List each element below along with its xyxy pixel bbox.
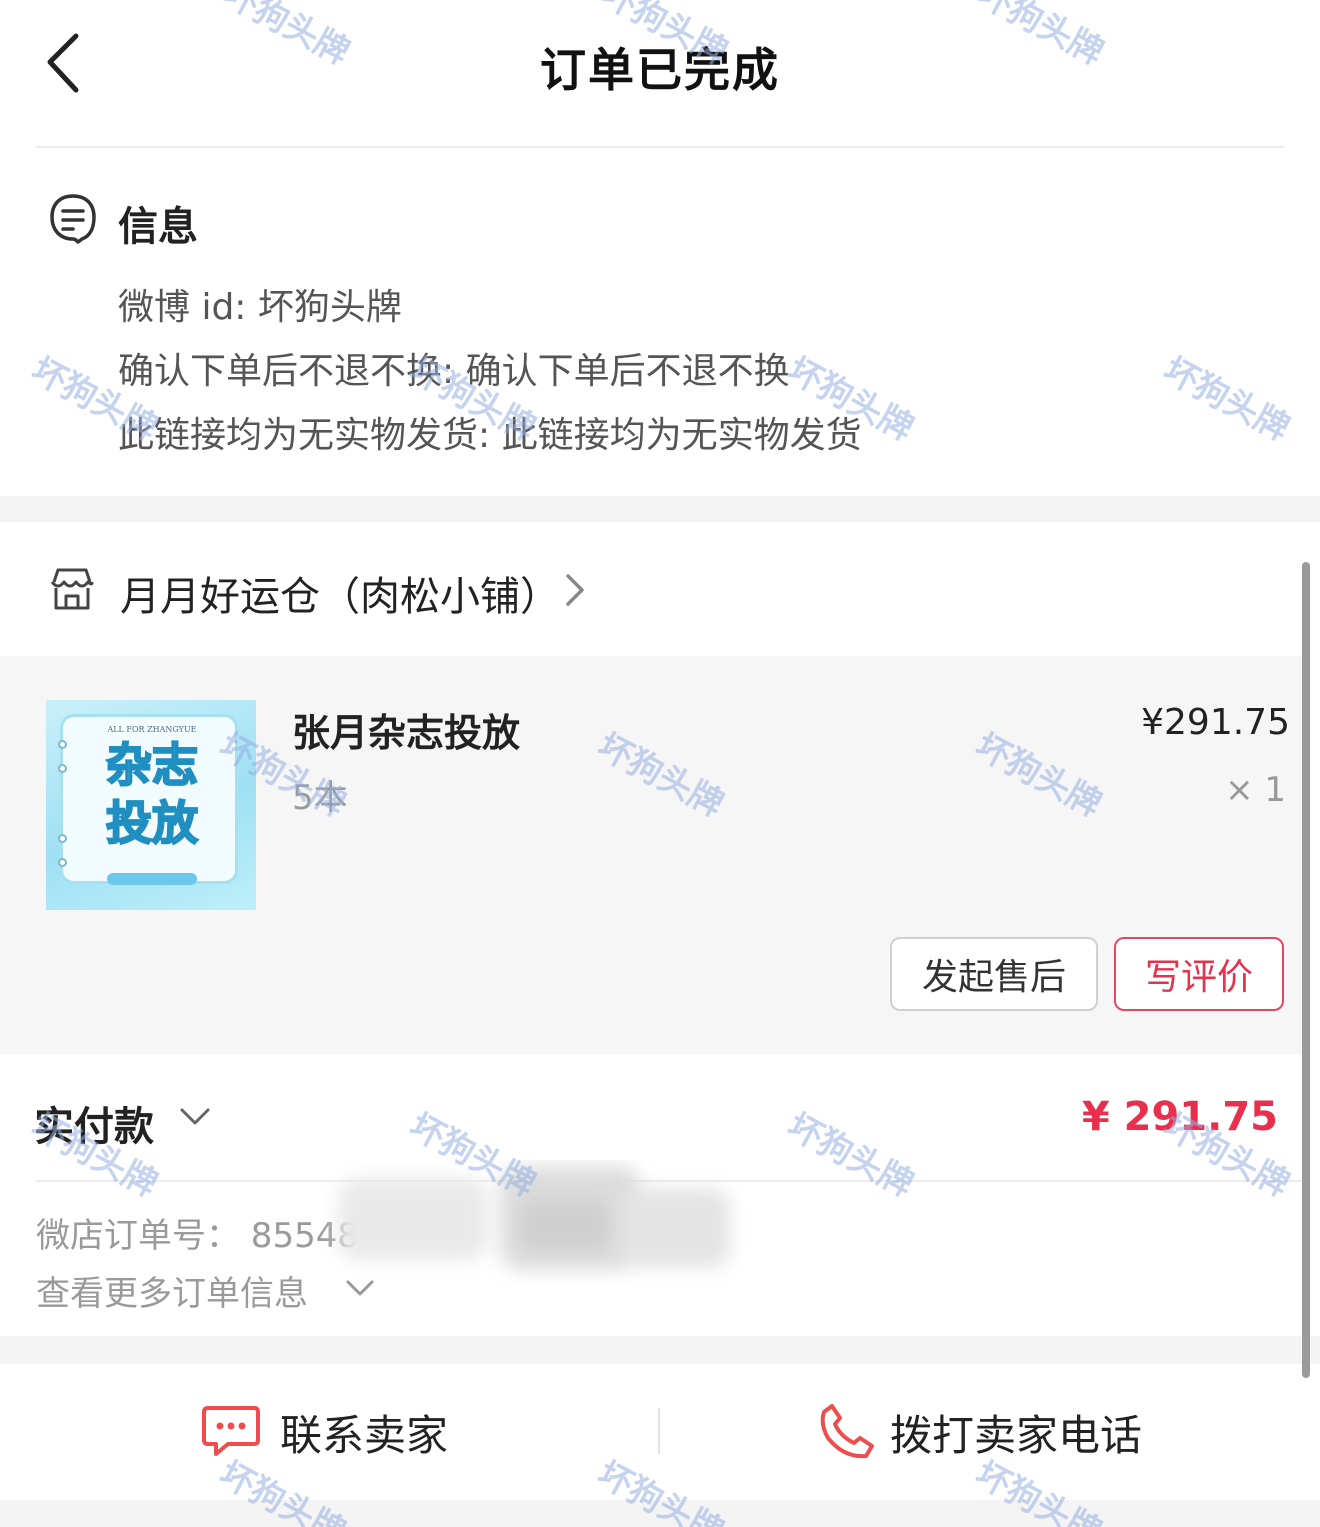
after-sale-button[interactable]: 发起售后 xyxy=(890,937,1098,1011)
notebook-ring xyxy=(58,834,67,843)
chevron-down-icon[interactable] xyxy=(178,1104,212,1130)
notebook-ring xyxy=(58,858,67,867)
shop-name-link[interactable]: 月月好运仓（肉松小铺） xyxy=(120,564,560,622)
paid-amount-value: ¥ 291.75 xyxy=(1081,1094,1278,1140)
paid-amount-label[interactable]: 实付款 xyxy=(34,1094,154,1152)
bottom-gap xyxy=(0,1500,1320,1527)
thumbnail-title-line2: 投放 xyxy=(105,796,199,850)
section-gap xyxy=(0,496,1320,522)
info-line-no-physical: 此链接均为无实物发货: 此链接均为无实物发货 xyxy=(118,415,862,456)
page-title: 订单已完成 xyxy=(540,43,780,97)
write-review-button[interactable]: 写评价 xyxy=(1114,937,1284,1011)
product-thumbnail[interactable]: ALL FOR ZHANGYUE 杂志 投放 xyxy=(46,700,256,910)
chevron-right-icon[interactable] xyxy=(560,570,590,610)
redaction-smudge xyxy=(320,1160,750,1290)
phone-icon xyxy=(818,1402,876,1460)
notebook-ring xyxy=(58,740,67,749)
watermark-text: 坏狗头牌 xyxy=(1156,350,1296,450)
watermark-text: 坏狗头牌 xyxy=(780,1106,920,1206)
message-lines-icon xyxy=(48,192,98,244)
info-line-no-refund: 确认下单后不退不换: 确认下单后不退不换 xyxy=(118,351,790,392)
product-spec: 5本 xyxy=(292,778,348,818)
scrollbar[interactable] xyxy=(1302,562,1310,1378)
contact-seller-label: 联系卖家 xyxy=(280,1411,449,1460)
thumbnail-bar xyxy=(107,873,197,885)
call-seller-label: 拨打卖家电话 xyxy=(890,1411,1143,1460)
header-divider xyxy=(36,146,1284,148)
contact-seller-button[interactable]: 联系卖家 xyxy=(200,1394,500,1474)
more-order-info-link[interactable]: 查看更多订单信息 xyxy=(36,1266,308,1315)
chat-bubble-icon xyxy=(200,1402,262,1460)
product-price: ¥291.75 xyxy=(1141,702,1290,743)
thumbnail-title-line1: 杂志 xyxy=(105,738,199,792)
thumbnail-poster: ALL FOR ZHANGYUE 杂志 投放 xyxy=(60,714,238,885)
product-quantity: × 1 xyxy=(1225,770,1286,810)
bottom-bar-separator xyxy=(658,1408,660,1454)
section-gap xyxy=(0,1336,1320,1364)
thumbnail-caption: ALL FOR ZHANGYUE xyxy=(107,725,197,734)
product-title[interactable]: 张月杂志投放 xyxy=(292,702,520,757)
notebook-ring xyxy=(58,764,67,773)
call-seller-button[interactable]: 拨打卖家电话 xyxy=(818,1394,1178,1474)
info-section-title: 信息 xyxy=(118,204,198,250)
order-number: 微店订单号： 85548 xyxy=(36,1216,359,1256)
store-icon xyxy=(48,566,96,612)
info-line-weibo-id: 微博 id: 坏狗头牌 xyxy=(118,287,402,328)
